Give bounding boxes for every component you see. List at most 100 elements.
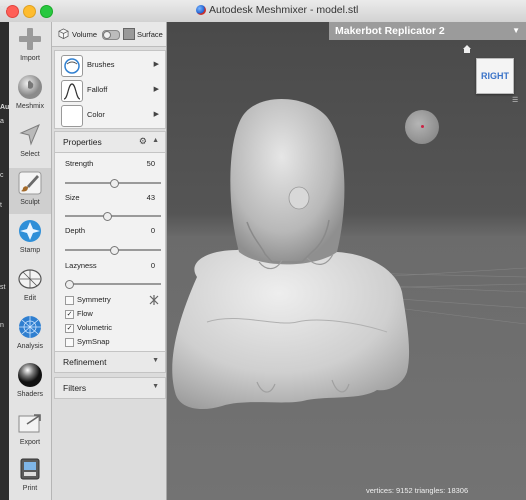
lazyness-slider[interactable] (64, 280, 161, 289)
main-toolbar: Import Meshmix Select Sculpt Stamp Edit … (9, 22, 52, 500)
chevron-down-icon: ▼ (152, 383, 159, 390)
export-button[interactable]: Export (9, 408, 51, 454)
checkbox[interactable] (65, 338, 74, 347)
import-label: Import (20, 55, 40, 62)
close-window-button[interactable] (6, 5, 19, 18)
volume-surface-switch[interactable] (102, 30, 120, 40)
background-text: t (0, 202, 2, 209)
size-label: Size (65, 193, 80, 202)
symsnap-label: SymSnap (77, 337, 110, 346)
wireframe-sphere-icon (19, 316, 41, 338)
refinement-header[interactable]: Refinement ▼ (54, 351, 166, 373)
3d-viewport[interactable] (167, 22, 526, 500)
properties-header[interactable]: Properties ⚙ ▲ (54, 131, 166, 153)
edit-button[interactable]: Edit (9, 264, 51, 310)
chevron-up-icon[interactable]: ▲ (152, 137, 159, 144)
strength-slider-handle[interactable] (110, 179, 119, 188)
background-text: st (0, 284, 6, 291)
chevron-down-icon: ▼ (512, 26, 520, 35)
bunny-sphere-icon (18, 75, 42, 99)
view-cube-face-label: RIGHT (481, 71, 509, 81)
properties-section: Strength 50 Size 43 Depth 0 Lazyness 0 S… (54, 152, 166, 368)
scene-render (167, 98, 526, 500)
pivot-sphere-gizmo[interactable] (405, 110, 439, 144)
properties-title: Properties (63, 137, 102, 147)
print-label: Print (22, 485, 38, 492)
brushes-menu[interactable]: Brushes ▶ (55, 53, 165, 77)
shaded-sphere-icon (18, 363, 42, 387)
sculpt-button[interactable]: Sculpt (9, 168, 51, 214)
home-icon[interactable] (462, 44, 472, 54)
depth-value: 0 (150, 226, 155, 235)
background-text: a (0, 118, 4, 125)
falloff-label: Falloff (87, 85, 108, 94)
depth-slider-handle[interactable] (110, 246, 119, 255)
import-button[interactable]: Import (9, 24, 51, 70)
select-button[interactable]: Select (9, 120, 51, 166)
brushes-swatch (61, 55, 83, 77)
maximize-window-button[interactable] (40, 5, 53, 18)
background-text: c (0, 172, 4, 179)
volumetric-label: Volumetric (77, 323, 113, 332)
export-icon (18, 414, 41, 433)
surface-label: Surface (137, 30, 163, 39)
depth-label: Depth (65, 226, 86, 235)
filters-label: Filters (63, 383, 87, 393)
edit-label: Edit (23, 295, 37, 302)
size-slider-handle[interactable] (103, 212, 113, 221)
checkmark-icon[interactable]: ✓ (65, 324, 74, 333)
sculpt-panel: Volume Surface Brushes ▶ Falloff ▶ Color… (52, 22, 167, 500)
background-window-edge: ce Au a c t st n (0, 5, 9, 500)
surface-icon (123, 28, 135, 40)
shaders-button[interactable]: Shaders (9, 360, 51, 406)
chevron-down-icon: ▼ (152, 357, 159, 364)
volume-surface-toggle-row: Volume Surface (52, 22, 166, 47)
plus-icon (19, 28, 41, 50)
lazyness-value: 0 (150, 261, 155, 270)
printer-selector[interactable]: Makerbot Replicator 2 ▼ (329, 22, 526, 40)
meshmixer-app-icon (196, 5, 206, 15)
chevron-right-icon: ▶ (153, 86, 159, 93)
minimize-window-button[interactable] (23, 5, 36, 18)
strength-slider[interactable] (65, 179, 161, 188)
brush-settings-section: Brushes ▶ Falloff ▶ Color ▶ (54, 50, 166, 129)
mesh-edit-icon (18, 269, 42, 289)
shaders-label: Shaders (16, 391, 44, 398)
chevron-right-icon: ▶ (153, 111, 159, 118)
color-menu[interactable]: Color ▶ (55, 103, 165, 127)
stamp-button[interactable]: Stamp (9, 216, 51, 262)
filters-header[interactable]: Filters ▼ (54, 377, 166, 399)
title-bar: Autodesk Meshmixer - model.stl (0, 0, 526, 23)
size-slider[interactable] (65, 212, 161, 221)
view-cube[interactable]: RIGHT (476, 58, 514, 94)
lazyness-slider-handle[interactable] (64, 280, 74, 289)
symmetry-label: Symmetry (77, 295, 111, 304)
stamp-label: Stamp (19, 247, 41, 254)
falloff-menu[interactable]: Falloff ▶ (55, 78, 165, 102)
gear-icon[interactable]: ⚙ (139, 136, 147, 147)
strength-label: Strength (65, 159, 94, 168)
flow-label: Flow (77, 309, 93, 318)
refinement-label: Refinement (63, 357, 107, 367)
printer-name: Makerbot Replicator 2 (335, 25, 445, 37)
size-value: 43 (146, 193, 155, 202)
view-cube-menu-icon[interactable]: ☰ (512, 96, 518, 104)
print-button[interactable]: Print (9, 454, 51, 500)
meshmix-label: Meshmix (15, 103, 44, 110)
symmetry-transform-icon[interactable] (149, 295, 159, 305)
analysis-label: Analysis (16, 343, 44, 350)
falloff-swatch (61, 80, 83, 102)
analysis-button[interactable]: Analysis (9, 312, 51, 358)
sculpt-label: Sculpt (20, 199, 40, 206)
chevron-right-icon: ▶ (153, 61, 159, 68)
meshmix-button[interactable]: Meshmix (9, 72, 51, 118)
lazyness-label: Lazyness (65, 261, 97, 270)
depth-slider[interactable] (65, 246, 161, 255)
color-label: Color (87, 110, 105, 119)
background-text: ce (0, 5, 8, 12)
cube-icon (58, 28, 69, 39)
volume-label: Volume (72, 30, 98, 39)
brush-circle-icon (64, 58, 80, 74)
checkmark-icon[interactable]: ✓ (65, 310, 74, 319)
checkbox[interactable] (65, 296, 74, 305)
